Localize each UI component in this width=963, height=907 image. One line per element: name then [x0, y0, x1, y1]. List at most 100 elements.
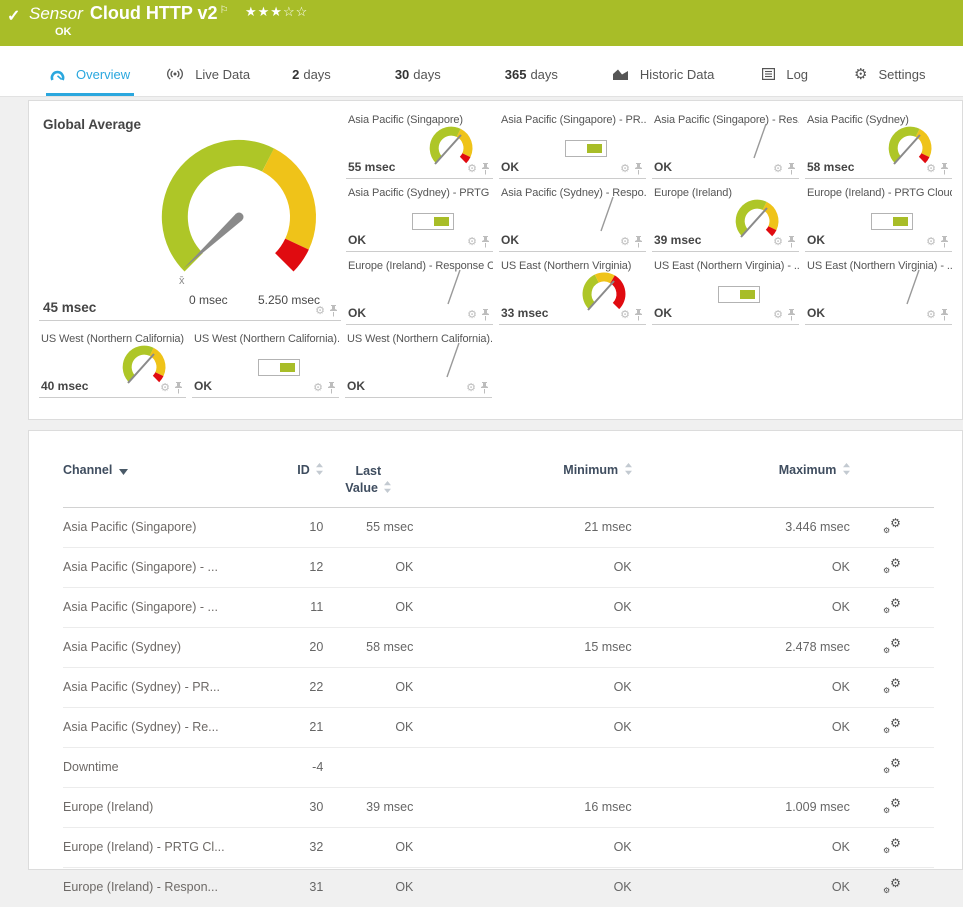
channel-settings-icon[interactable]: ⚙ ⚙ — [883, 596, 901, 615]
pin-icon[interactable] — [481, 236, 490, 248]
channel-panel[interactable]: Asia Pacific (Singapore) 55 msec ⚙ — [346, 109, 493, 179]
pin-icon[interactable] — [634, 309, 643, 321]
gear-icon[interactable]: ⚙ — [466, 382, 476, 394]
channel-settings-icon[interactable]: ⚙ ⚙ — [883, 516, 901, 535]
gear-icon[interactable]: ⚙ — [620, 309, 630, 321]
channel-panel[interactable]: US East (Northern Virginia) 33 msec ⚙ — [499, 255, 646, 325]
channel-last-value: OK — [323, 666, 414, 708]
channel-panel[interactable]: US West (Northern California)... OK ⚙ — [192, 328, 339, 398]
tab-live-data[interactable]: Live Data — [162, 55, 254, 96]
pin-icon[interactable] — [634, 163, 643, 175]
channel-name[interactable]: Asia Pacific (Singapore) - ... — [63, 586, 284, 628]
channel-settings-icon[interactable]: ⚙ ⚙ — [883, 756, 901, 775]
channel-panel[interactable]: US East (Northern Virginia) - ... OK ⚙ — [652, 255, 799, 325]
channel-settings-icon[interactable]: ⚙ ⚙ — [883, 796, 901, 815]
gauge-scale-max: 5.250 msec — [258, 293, 321, 307]
column-header-id[interactable]: ID — [283, 455, 324, 507]
gear-icon[interactable]: ⚙ — [160, 382, 170, 394]
gear-icon[interactable]: ⚙ — [773, 309, 783, 321]
channel-panel[interactable]: Asia Pacific (Singapore) - PR... OK ⚙ — [499, 109, 646, 179]
channel-id: -4 — [283, 746, 324, 788]
tab-365-days[interactable]: 365 days — [501, 55, 562, 96]
tab-settings[interactable]: ⚙ Settings — [850, 55, 929, 96]
column-header-minimum[interactable]: Minimum — [413, 455, 632, 507]
channel-name[interactable]: Europe (Ireland) - PRTG Cl... — [63, 826, 284, 868]
column-header-last-value[interactable]: Last Value — [323, 455, 413, 507]
channel-panel-value: OK — [194, 379, 212, 393]
channel-name[interactable]: Europe (Ireland) - Respon... — [63, 866, 284, 907]
channel-panel[interactable]: Europe (Ireland) 39 msec ⚙ — [652, 182, 799, 252]
flag-icon[interactable]: ⚐ — [220, 5, 229, 16]
table-row[interactable]: Europe (Ireland) - PRTG Cl... 32 OK OK O… — [63, 826, 934, 868]
pin-icon[interactable] — [940, 236, 949, 248]
pin-icon[interactable] — [481, 163, 490, 175]
channel-name[interactable]: Europe (Ireland) — [63, 786, 284, 828]
channel-settings-icon[interactable]: ⚙ ⚙ — [883, 676, 901, 695]
gear-icon[interactable]: ⚙ — [620, 163, 630, 175]
channel-panel[interactable]: Europe (Ireland) - PRTG Cloud... OK ⚙ — [805, 182, 952, 252]
tab-historic-data[interactable]: Historic Data — [608, 55, 718, 96]
rating-stars[interactable]: ★★★☆☆ — [245, 4, 308, 19]
channel-settings-icon[interactable]: ⚙ ⚙ — [883, 836, 901, 855]
gear-icon[interactable]: ⚙ — [926, 163, 936, 175]
channel-name[interactable]: Downtime — [63, 746, 284, 788]
gear-icon[interactable]: ⚙ — [313, 382, 323, 394]
gear-icon[interactable]: ⚙ — [926, 309, 936, 321]
channel-panel[interactable]: US East (Northern Virginia) - ... OK ⚙ — [805, 255, 952, 325]
pin-icon[interactable] — [940, 309, 949, 321]
gear-icon[interactable]: ⚙ — [467, 236, 477, 248]
column-header-maximum[interactable]: Maximum — [632, 455, 850, 507]
table-row[interactable]: Asia Pacific (Sydney) - PR... 22 OK OK O… — [63, 666, 934, 708]
gear-icon[interactable]: ⚙ — [773, 236, 783, 248]
column-header-channel[interactable]: Channel — [63, 455, 283, 507]
historic-data-icon — [612, 69, 628, 80]
tab-log[interactable]: Log — [758, 55, 812, 96]
channel-panel[interactable]: Asia Pacific (Sydney) 58 msec ⚙ — [805, 109, 952, 179]
table-row[interactable]: Asia Pacific (Singapore) 10 55 msec 21 m… — [63, 507, 934, 547]
pin-icon[interactable] — [481, 309, 490, 321]
channel-name[interactable]: Asia Pacific (Sydney) — [63, 626, 284, 668]
table-row[interactable]: Europe (Ireland) - Respon... 31 OK OK OK… — [63, 866, 934, 907]
gear-icon[interactable]: ⚙ — [773, 163, 783, 175]
channel-panel[interactable]: US West (Northern California) 40 msec ⚙ — [39, 328, 186, 398]
pin-icon[interactable] — [174, 382, 183, 394]
tab-30-days[interactable]: 30 days — [391, 55, 445, 96]
pin-icon[interactable] — [787, 309, 796, 321]
pin-icon[interactable] — [329, 305, 338, 317]
pin-icon[interactable] — [940, 163, 949, 175]
table-row[interactable]: Asia Pacific (Singapore) - ... 12 OK OK … — [63, 546, 934, 588]
gear-icon[interactable]: ⚙ — [467, 309, 477, 321]
channel-name[interactable]: Asia Pacific (Sydney) - PR... — [63, 666, 284, 708]
pin-icon[interactable] — [327, 382, 336, 394]
table-row[interactable]: Europe (Ireland) 30 39 msec 16 msec 1.00… — [63, 786, 934, 828]
tab-overview[interactable]: Overview — [46, 55, 135, 96]
gear-icon[interactable]: ⚙ — [467, 163, 477, 175]
pin-icon[interactable] — [634, 236, 643, 248]
channel-name[interactable]: Asia Pacific (Singapore) - ... — [63, 546, 284, 588]
channel-panel[interactable]: Asia Pacific (Singapore) - Res... OK ⚙ — [652, 109, 799, 179]
channel-id: 22 — [283, 666, 324, 708]
channel-name[interactable]: Asia Pacific (Sydney) - Re... — [63, 706, 284, 748]
channel-settings-icon[interactable]: ⚙ ⚙ — [883, 636, 901, 655]
channel-settings-icon[interactable]: ⚙ ⚙ — [883, 716, 901, 735]
gear-icon[interactable]: ⚙ — [620, 236, 630, 248]
gear-icon[interactable]: ⚙ — [926, 236, 936, 248]
global-average-panel[interactable]: Global Average x̄ 0 msec 5.250 msec 45 m… — [39, 109, 341, 321]
pin-icon[interactable] — [787, 236, 796, 248]
tab-2-days[interactable]: 2 days — [288, 55, 335, 96]
channel-panel[interactable]: Asia Pacific (Sydney) - Respo... OK ⚙ — [499, 182, 646, 252]
channel-settings-icon[interactable]: ⚙ ⚙ — [883, 876, 901, 895]
channel-settings-icon[interactable]: ⚙ ⚙ — [883, 556, 901, 575]
pin-icon[interactable] — [480, 382, 489, 394]
gear-icon[interactable]: ⚙ — [315, 305, 325, 317]
table-row[interactable]: Asia Pacific (Sydney) 20 58 msec 15 msec… — [63, 626, 934, 668]
channel-panel[interactable]: US West (Northern California)... OK ⚙ — [345, 328, 492, 398]
channel-panel[interactable]: Asia Pacific (Sydney) - PRTG ... OK ⚙ — [346, 182, 493, 252]
channel-name[interactable]: Asia Pacific (Singapore) — [63, 507, 283, 547]
pin-icon[interactable] — [787, 163, 796, 175]
sensor-title[interactable]: Cloud HTTP v2 — [90, 3, 218, 23]
table-row[interactable]: Asia Pacific (Singapore) - ... 11 OK OK … — [63, 586, 934, 628]
table-row[interactable]: Asia Pacific (Sydney) - Re... 21 OK OK O… — [63, 706, 934, 748]
table-row[interactable]: Downtime -4 ⚙ ⚙ — [63, 746, 934, 788]
channel-panel[interactable]: Europe (Ireland) - Response C... OK ⚙ — [346, 255, 493, 325]
